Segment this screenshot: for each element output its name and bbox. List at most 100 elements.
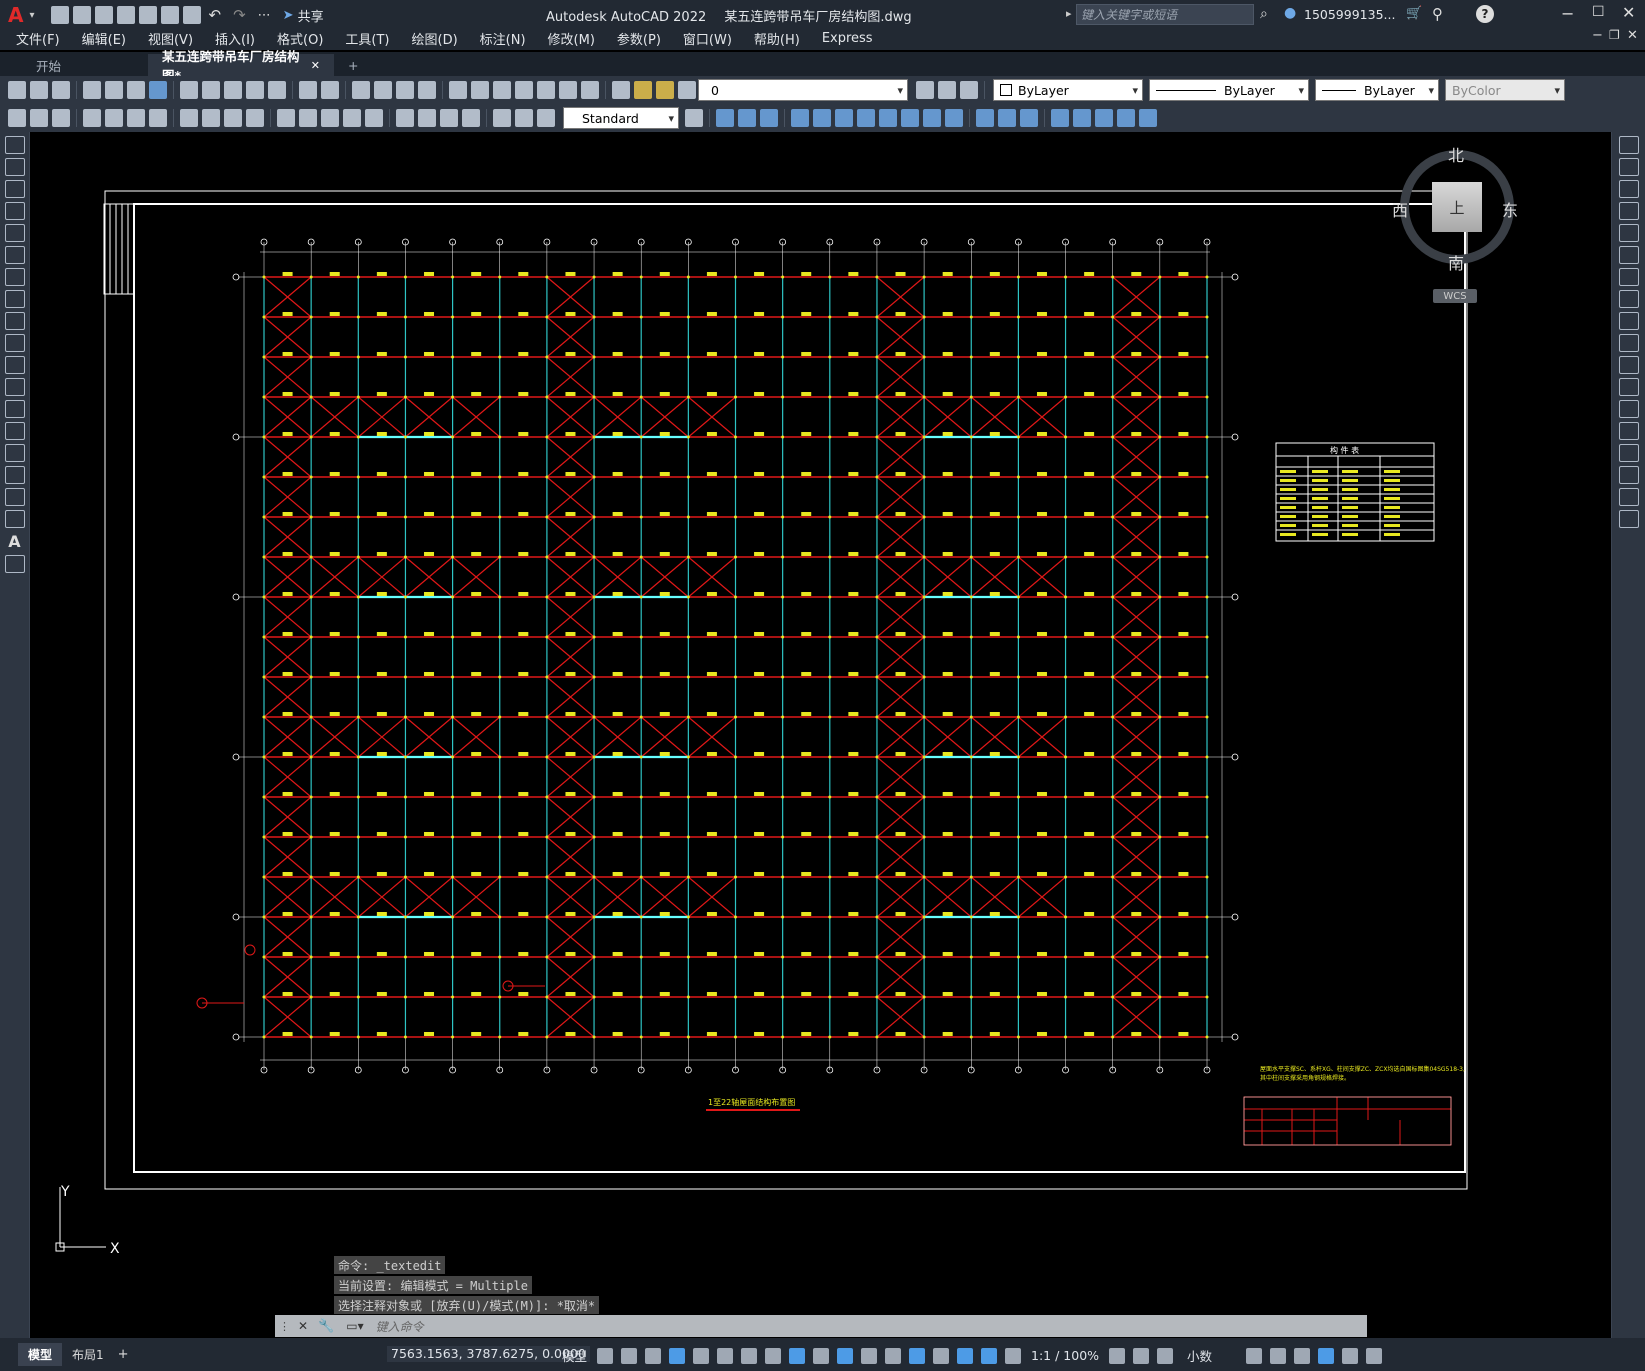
drawing-svg[interactable]: 构 件 表 屋面水平支撑SC、系杆XG、柱间支撑ZC、ZCX均选自国标图集04S… [30, 132, 1611, 1338]
dim-style-icon[interactable] [685, 109, 703, 127]
table-icon[interactable] [4, 510, 25, 528]
menu-format[interactable]: 格式(O) [277, 29, 323, 48]
doc-restore-button[interactable]: ❐ [1609, 28, 1620, 42]
close-button[interactable]: ✕ [1622, 3, 1635, 22]
circle-icon[interactable] [4, 268, 25, 286]
doc-minimize-button[interactable]: − [1592, 28, 1603, 43]
command-grip-icon[interactable]: ⋮ [279, 1320, 290, 1333]
baseline-dim-icon[interactable] [299, 109, 317, 127]
modify-o-icon[interactable] [1051, 109, 1069, 127]
tab-start[interactable]: 开始 [0, 54, 148, 76]
autoscale-icon[interactable] [1005, 1347, 1022, 1364]
continue-dim-icon[interactable] [321, 109, 339, 127]
viewcube[interactable]: 上 北 南 西 东 [1392, 146, 1518, 273]
insert-block-icon[interactable] [4, 378, 25, 396]
menu-modify[interactable]: 修改(M) [548, 29, 595, 48]
point-icon[interactable] [4, 422, 25, 440]
wcs-menu[interactable]: WCS [1433, 289, 1477, 303]
modify-p-icon[interactable] [1073, 109, 1091, 127]
close-command-icon[interactable]: ✕ [298, 1319, 308, 1333]
menu-parametric[interactable]: 参数(P) [617, 29, 661, 48]
viewcube-north[interactable]: 北 [1448, 142, 1464, 166]
linetype-dropdown[interactable]: ByLayer [1149, 79, 1309, 101]
zoom-previous-icon[interactable] [418, 81, 436, 99]
modify-f-icon[interactable] [835, 109, 853, 127]
save-as-icon[interactable] [116, 6, 135, 24]
viewcube-top-face[interactable]: 上 [1432, 182, 1482, 232]
layer-previous-icon[interactable] [938, 81, 956, 99]
menu-insert[interactable]: 插入(I) [215, 29, 255, 48]
menu-file[interactable]: 文件(F) [16, 29, 60, 48]
modify-m-icon[interactable] [998, 109, 1016, 127]
modify-j-icon[interactable] [923, 109, 941, 127]
workspace-icon[interactable] [1109, 1347, 1126, 1364]
modify-c-icon[interactable] [760, 109, 778, 127]
ortho-icon[interactable] [693, 1347, 710, 1364]
model-space-button[interactable]: 模型 [562, 1346, 587, 1365]
toolbar-a-icon[interactable] [8, 109, 26, 127]
close-tab-icon[interactable]: ✕ [311, 59, 320, 72]
user-icon[interactable]: ● [1284, 5, 1296, 21]
mtext-icon[interactable]: A [0, 532, 29, 551]
dim-break-icon[interactable] [365, 109, 383, 127]
line-icon[interactable] [4, 136, 25, 154]
rectangle-icon[interactable] [4, 224, 25, 242]
isolate-objects-icon[interactable] [1294, 1347, 1311, 1364]
selection-cycling-icon[interactable] [861, 1347, 878, 1364]
blend-icon[interactable] [1618, 488, 1639, 506]
layer-dropdown[interactable]: 0 [698, 79, 908, 101]
menu-help[interactable]: 帮助(H) [754, 29, 800, 48]
units-icon[interactable] [1157, 1347, 1174, 1364]
open-icon[interactable] [30, 81, 48, 99]
menu-express[interactable]: Express [822, 31, 873, 46]
color-dropdown[interactable]: ByLayer [993, 79, 1143, 101]
autocad-logo[interactable]: A [8, 3, 23, 27]
lineweight-dropdown[interactable]: ByLayer [1315, 79, 1439, 101]
customize-command-icon[interactable]: 🔧 [318, 1319, 334, 1334]
units-value[interactable]: 小数 [1187, 1346, 1212, 1365]
redo-icon[interactable]: ↷ [233, 6, 246, 24]
dim-edit-icon[interactable] [493, 109, 511, 127]
publish-icon[interactable] [127, 81, 145, 99]
modify-i-icon[interactable] [901, 109, 919, 127]
jogged-dim-icon[interactable] [202, 109, 220, 127]
pan-icon[interactable] [352, 81, 370, 99]
modify-k-icon[interactable] [945, 109, 963, 127]
aligned-dim-icon[interactable] [105, 109, 123, 127]
properties-icon[interactable] [449, 81, 467, 99]
autodesk-account-icon[interactable]: ⚲ [1432, 5, 1443, 23]
markup-icon[interactable] [537, 81, 555, 99]
angular-dim-icon[interactable] [246, 109, 264, 127]
customization-icon[interactable] [1366, 1347, 1383, 1364]
chamfer-icon[interactable] [1618, 444, 1639, 462]
tab-model[interactable]: 模型 [18, 1343, 63, 1366]
modify-h-icon[interactable] [879, 109, 897, 127]
redo-icon[interactable] [321, 81, 339, 99]
gizmo-icon[interactable] [957, 1347, 974, 1364]
diameter-dim-icon[interactable] [224, 109, 242, 127]
make-current-layer-icon[interactable] [916, 81, 934, 99]
spline-icon[interactable] [4, 312, 25, 330]
menu-view[interactable]: 视图(V) [148, 29, 193, 48]
viewcube-west[interactable]: 西 [1392, 197, 1408, 221]
help-icon[interactable] [581, 81, 599, 99]
modify-d-icon[interactable] [791, 109, 809, 127]
join-icon[interactable] [1618, 422, 1639, 440]
layer-state-icon[interactable] [960, 81, 978, 99]
modify-r-icon[interactable] [1117, 109, 1135, 127]
center-mark-icon[interactable] [418, 109, 436, 127]
grid-icon[interactable] [597, 1347, 614, 1364]
modify-b-icon[interactable] [738, 109, 756, 127]
add-selected-icon[interactable] [4, 555, 25, 573]
3d-osnap-icon[interactable] [885, 1347, 902, 1364]
modify-l-icon[interactable] [976, 109, 994, 127]
dim-space-icon[interactable] [343, 109, 361, 127]
menu-draw[interactable]: 绘图(D) [412, 29, 458, 48]
dim-text-edit-icon[interactable] [515, 109, 533, 127]
isodraft-icon[interactable] [741, 1347, 758, 1364]
toolbar-b-icon[interactable] [30, 109, 48, 127]
open-from-web-icon[interactable] [138, 6, 157, 24]
undo-icon[interactable]: ↶ [209, 6, 222, 24]
linear-dim-icon[interactable] [83, 109, 101, 127]
dynamic-input-icon[interactable] [669, 1347, 686, 1364]
